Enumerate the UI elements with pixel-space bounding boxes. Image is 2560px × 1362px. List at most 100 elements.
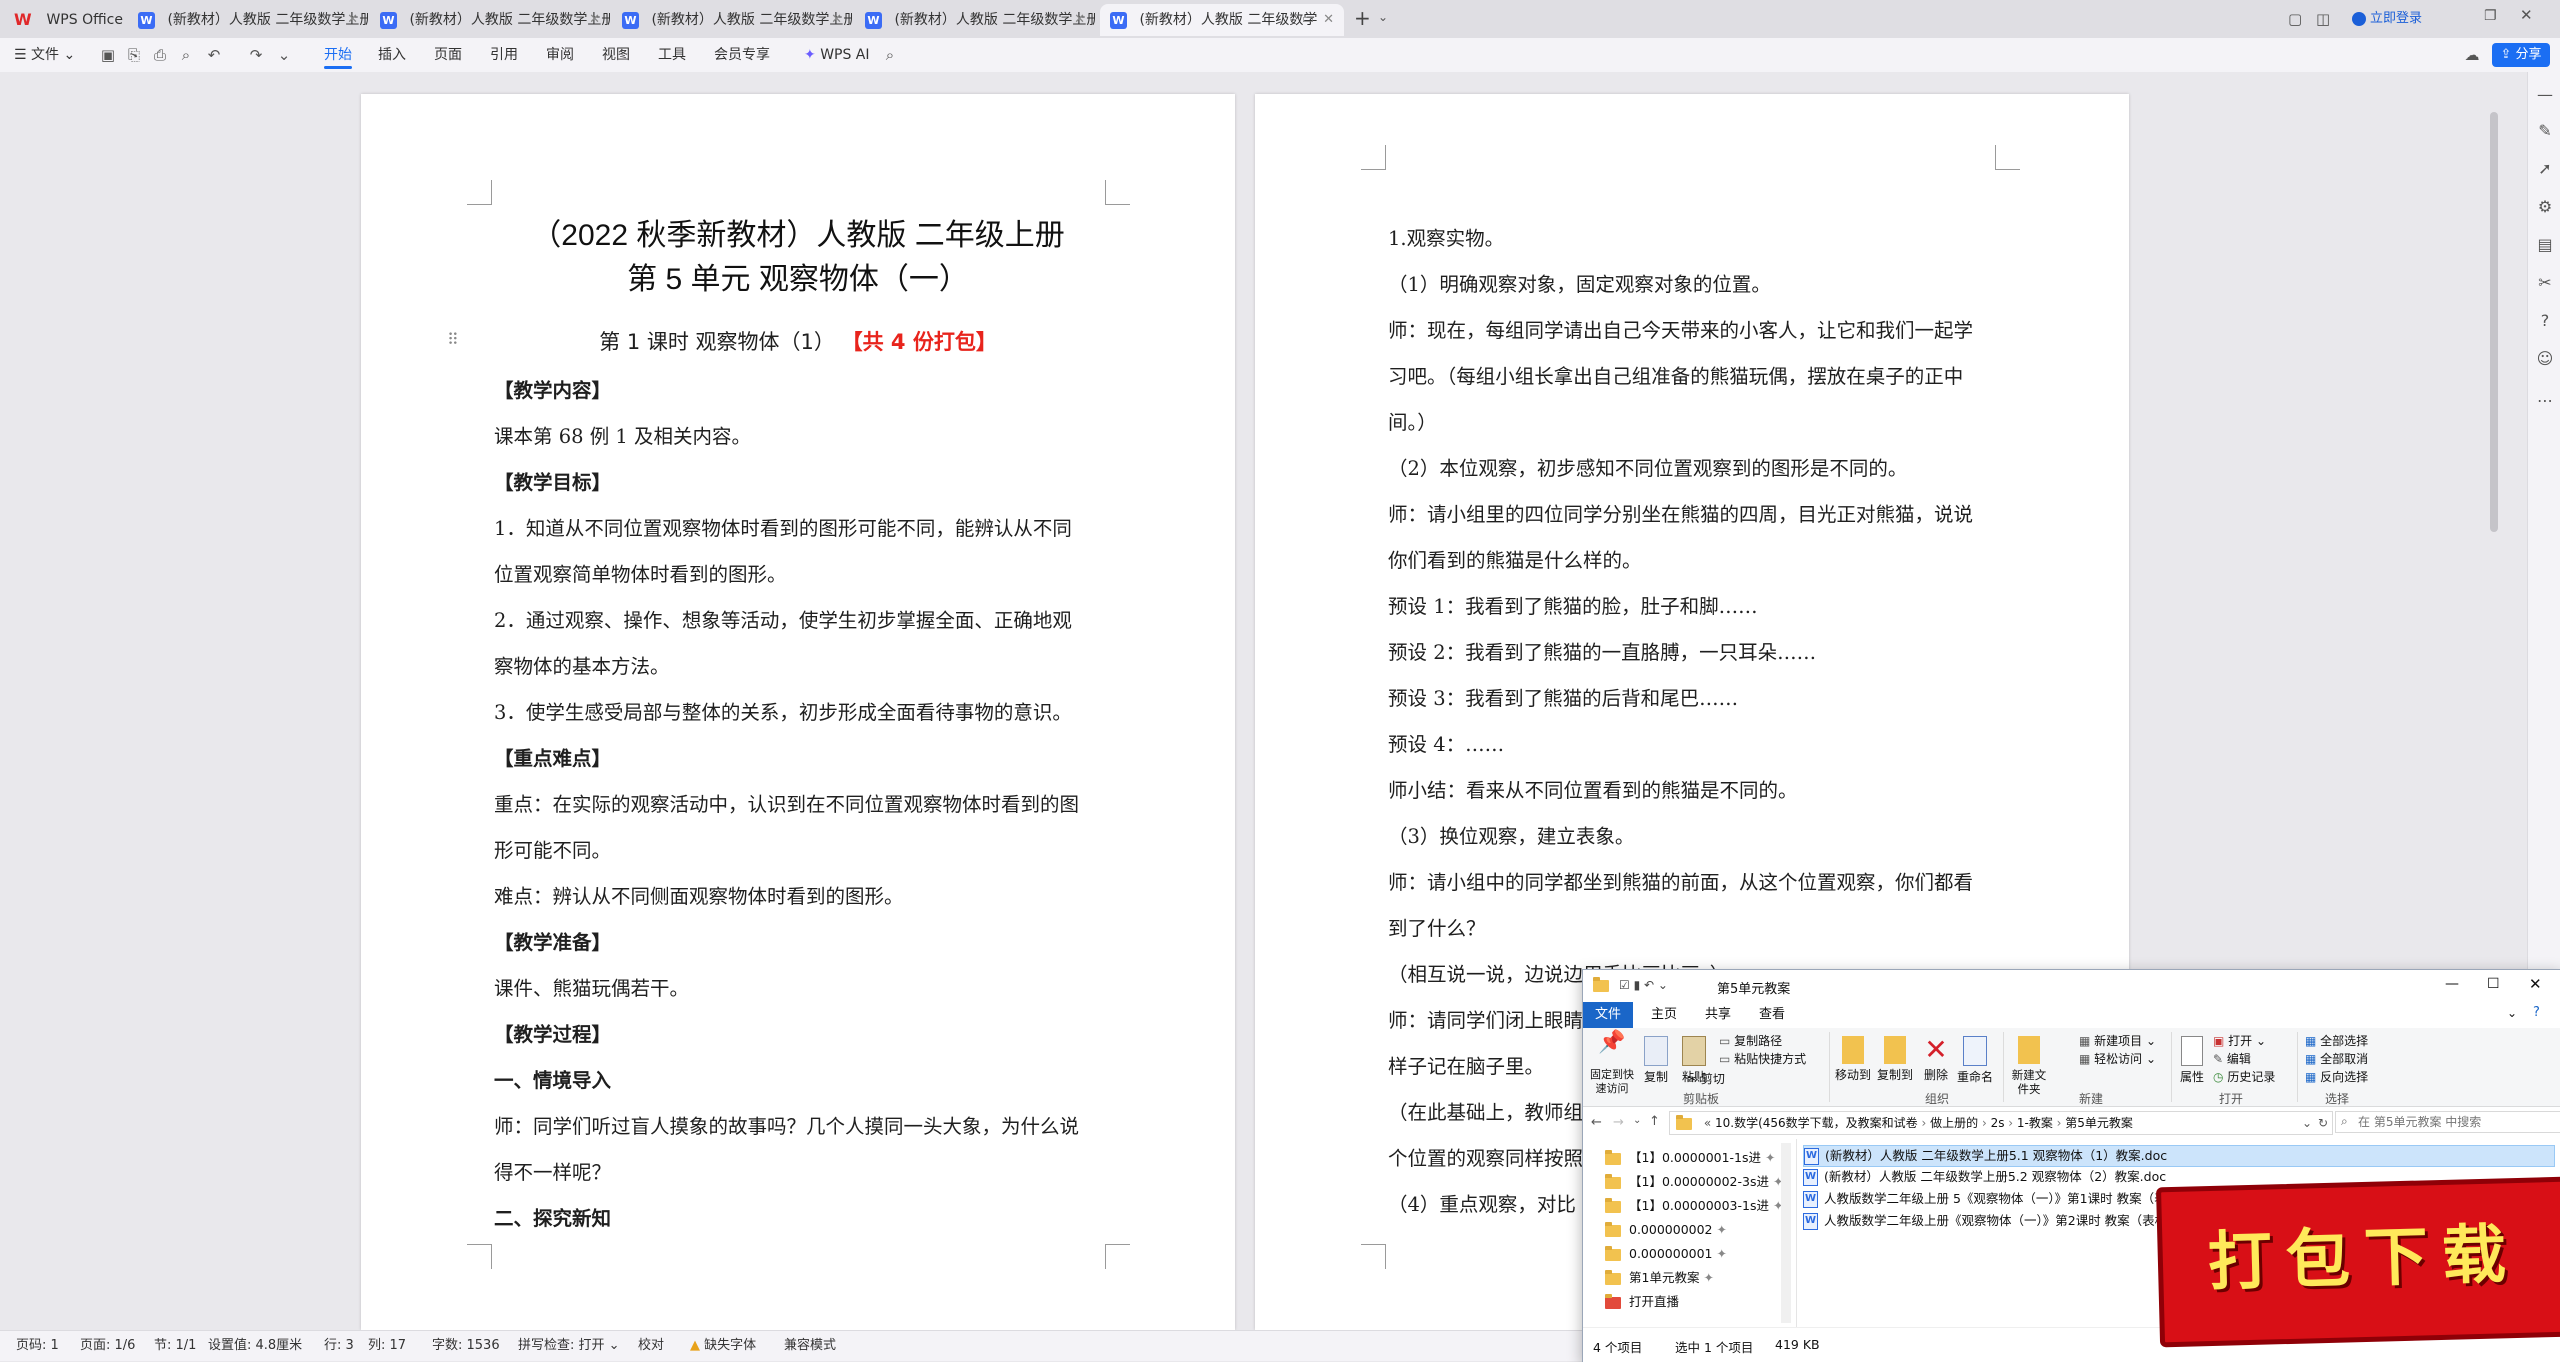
status-section[interactable]: 节: 1/1 <box>154 1331 196 1361</box>
image-tool-icon[interactable]: ▤ <box>2536 236 2554 254</box>
pin-quick-access-button[interactable]: 📌 固定到快速访问 <box>1589 1032 1635 1096</box>
tab-view[interactable]: 查看 <box>1747 1002 1797 1028</box>
move-to-button[interactable]: 移动到 <box>1833 1036 1873 1082</box>
export-pdf-icon[interactable]: ⎘ <box>126 47 142 63</box>
pen-edit-icon[interactable]: ✎ <box>2536 122 2554 140</box>
window-layout-icon[interactable]: ▢ <box>2288 10 2302 28</box>
tab-document-5-active[interactable]: W (新教材）人教版 二年级数学 ▭ ✕ <box>1100 4 1344 36</box>
copy-path-button[interactable]: ▭ 复制路径 <box>1719 1034 1782 1048</box>
close-window-icon[interactable]: ✕ <box>2520 6 2533 24</box>
maximize-icon[interactable]: ☐ <box>2487 976 2500 992</box>
nav-folder[interactable]: 【1】0.00000003-1s进 ✦ <box>1605 1195 1783 1217</box>
properties-button[interactable]: 属性 <box>2177 1036 2207 1084</box>
tab-home[interactable]: 主页 <box>1639 1002 1689 1028</box>
cut-button[interactable]: ✂ 剪切 <box>1687 1072 1725 1086</box>
close-tab-icon[interactable]: ✕ <box>1074 4 1085 36</box>
crumb[interactable]: 第5单元教案 <box>2065 1116 2133 1130</box>
download-pack-banner[interactable]: 打包下载 <box>2155 1176 2560 1348</box>
crumb[interactable]: 10.数学(456数学下载，及教案和试卷 <box>1715 1116 1918 1130</box>
tab-start[interactable]: 开始 <box>324 38 352 72</box>
vertical-scrollbar-thumb[interactable] <box>2490 112 2498 532</box>
crumb[interactable]: 2s <box>1991 1116 2005 1130</box>
delete-button[interactable]: ✕ 删除 <box>1921 1036 1951 1083</box>
share-button[interactable]: ⇪ 分享 <box>2492 43 2550 67</box>
wps-ai-button[interactable]: ✦ WPS AI <box>804 38 870 72</box>
new-folder-button[interactable]: 新建文件夹 <box>2009 1036 2049 1096</box>
robot-assistant-icon[interactable]: ☺ <box>2536 350 2554 368</box>
quick-access-toolbar-icon[interactable]: ☑ ▮ ↶ ⌄ <box>1619 978 1668 992</box>
tools-icon[interactable]: ✂ <box>2536 274 2554 292</box>
cloud-sync-icon[interactable]: ☁ <box>2464 47 2480 63</box>
nav-folder[interactable]: 【1】0.0000001-1s进 ✦ <box>1605 1147 1776 1169</box>
tab-member[interactable]: 会员专享 <box>714 38 770 72</box>
more-options-icon[interactable]: ⋯ <box>2536 392 2554 410</box>
monitor-icon[interactable]: ▭ <box>1302 4 1314 36</box>
crumb[interactable]: 做上册的 <box>1930 1116 1978 1130</box>
undo-icon[interactable]: ↶ <box>206 47 222 63</box>
nav-folder[interactable]: 【1】0.00000002-3s进 ✦ <box>1605 1171 1783 1193</box>
open-button[interactable]: ▣ 打开 ⌄ <box>2213 1034 2266 1048</box>
save-icon[interactable]: ▣ <box>100 47 116 63</box>
search-icon[interactable]: ⌕ <box>882 47 898 63</box>
select-cursor-icon[interactable]: ➚ <box>2536 160 2554 178</box>
tab-document-2[interactable]: W (新教材）人教版 二年级数学上册 ✕ <box>370 4 610 36</box>
more-chevron-icon[interactable]: ⌄ <box>276 47 292 63</box>
nav-folder[interactable]: 0.000000001 ✦ <box>1605 1243 1727 1265</box>
collapse-panel-icon[interactable]: — <box>2536 86 2554 104</box>
tab-file[interactable]: 文件 <box>1583 1002 1634 1028</box>
print-preview-icon[interactable]: ⌕ <box>178 47 194 63</box>
skin-icon[interactable]: ◫ <box>2316 10 2330 28</box>
new-item-button[interactable]: ▦ 新建项目 ⌄ <box>2079 1034 2156 1048</box>
status-page[interactable]: 页码: 1 <box>16 1331 59 1361</box>
file-row-selected[interactable]: (新教材）人教版 二年级数学上册5.1 观察物体（1）教案.doc <box>1803 1145 2555 1167</box>
paste-shortcut-button[interactable]: ▭ 粘贴快捷方式 <box>1719 1052 1806 1066</box>
tab-insert[interactable]: 插入 <box>378 38 406 72</box>
minimize-icon[interactable]: — <box>2445 976 2459 992</box>
forward-arrow-icon[interactable]: → <box>1613 1115 1624 1130</box>
tab-share[interactable]: 共享 <box>1693 1002 1743 1028</box>
tab-document-3[interactable]: W (新教材）人教版 二年级数学上册 ✕ <box>612 4 852 36</box>
copy-button[interactable]: 复制 <box>1641 1036 1671 1084</box>
file-menu[interactable]: ☰ 文件 ⌄ <box>14 38 75 72</box>
address-dropdown-icon[interactable]: ⌄ <box>2302 1112 2312 1134</box>
invert-selection-button[interactable]: ▦ 反向选择 <box>2305 1070 2368 1084</box>
help-icon[interactable]: ? <box>2536 312 2554 330</box>
help-icon[interactable]: ? <box>2533 1005 2540 1020</box>
restore-window-icon[interactable]: ❐ <box>2484 8 2497 24</box>
status-word-count[interactable]: 字数: 1536 <box>432 1331 500 1361</box>
new-tab-button[interactable]: + <box>1354 6 1371 30</box>
redo-icon[interactable]: ↷ <box>248 47 264 63</box>
tab-view[interactable]: 视图 <box>602 38 630 72</box>
recent-chevron-icon[interactable]: ⌄ <box>1633 1115 1641 1126</box>
close-tab-icon[interactable]: ✕ <box>1323 4 1334 36</box>
tab-wps-home[interactable]: W WPS Office <box>0 4 128 36</box>
back-arrow-icon[interactable]: ← <box>1591 1115 1602 1130</box>
login-link[interactable]: 立即登录 <box>2352 10 2422 28</box>
close-tab-icon[interactable]: ✕ <box>831 4 842 36</box>
status-spellcheck[interactable]: 拼写检查: 打开 ⌄ <box>518 1331 620 1361</box>
tab-reference[interactable]: 引用 <box>490 38 518 72</box>
refresh-icon[interactable]: ↻ <box>2318 1112 2328 1134</box>
document-page-1[interactable]: （2022 秋季新教材）人教版 二年级上册 第 5 单元 观察物体（一） ⠿ 第… <box>361 94 1235 1330</box>
status-pages[interactable]: 页面: 1/6 <box>80 1331 135 1361</box>
history-button[interactable]: ◷ 历史记录 <box>2213 1070 2275 1084</box>
select-none-button[interactable]: ▦ 全部取消 <box>2305 1052 2368 1066</box>
nav-scrollbar[interactable] <box>1781 1143 1791 1323</box>
rename-button[interactable]: 重命名 <box>1955 1036 1995 1084</box>
address-bar[interactable]: « 10.数学(456数学下载，及教案和试卷 › 做上册的 › 2s › 1-教… <box>1669 1111 2333 1135</box>
status-setting[interactable]: 设置值: 4.8厘米 <box>208 1331 302 1361</box>
expand-ribbon-icon[interactable]: ⌄ <box>2507 1006 2517 1020</box>
status-missing-font[interactable]: ▲ 缺失字体 <box>690 1331 756 1361</box>
easy-access-button[interactable]: ▦ 轻松访问 ⌄ <box>2079 1052 2156 1066</box>
crumb[interactable]: 1-教案 <box>2017 1116 2053 1130</box>
nav-folder[interactable]: 打开直播 <box>1605 1291 1679 1313</box>
up-arrow-icon[interactable]: ↑ <box>1649 1114 1660 1129</box>
tab-tools[interactable]: 工具 <box>658 38 686 72</box>
tab-document-1[interactable]: W (新教材）人教版 二年级数学上册 ✕ <box>128 4 368 36</box>
close-tab-icon[interactable]: ✕ <box>589 4 600 36</box>
search-input[interactable] <box>2335 1111 2560 1133</box>
nav-folder[interactable]: 0.000000002 ✦ <box>1605 1219 1727 1241</box>
print-icon[interactable]: ⎙ <box>152 47 168 63</box>
tab-document-4[interactable]: W (新教材）人教版 二年级数学上册 ✕ <box>855 4 1095 36</box>
copy-to-button[interactable]: 复制到 <box>1875 1036 1915 1082</box>
